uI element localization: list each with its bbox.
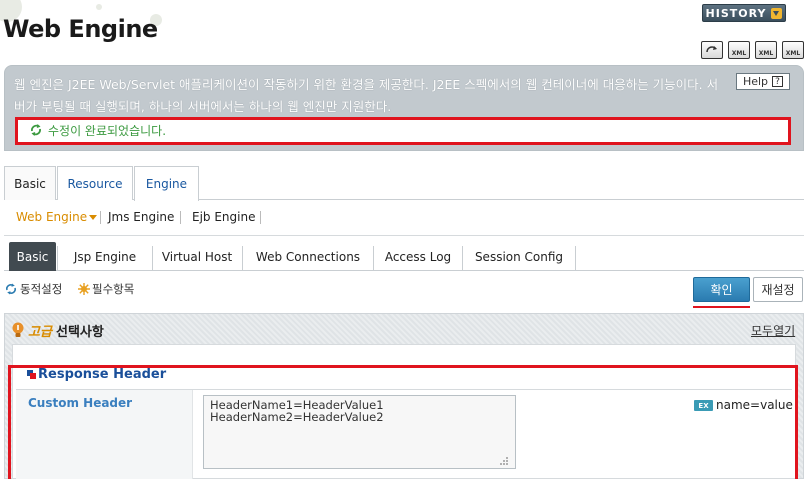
engine-tab-virtual-host[interactable]: Virtual Host xyxy=(153,242,241,271)
lightbulb-icon xyxy=(12,322,24,337)
subnav-separator xyxy=(260,211,261,224)
reset-button[interactable]: 재설정 xyxy=(753,277,803,302)
legend-required: 필수항목 xyxy=(92,282,135,296)
legend-dynamic: 동적설정 xyxy=(20,282,63,296)
refresh-arrow-icon xyxy=(706,46,717,53)
history-label: HISTORY xyxy=(705,6,767,20)
page-title: Web Engine xyxy=(3,15,158,43)
ok-highlight xyxy=(693,306,750,308)
subnav-jms-engine[interactable]: Jms Engine xyxy=(108,210,174,224)
subnav-separator xyxy=(180,211,181,224)
engine-tab-basic[interactable]: Basic xyxy=(9,242,56,271)
subnav-separator xyxy=(100,211,101,224)
decorative-dot xyxy=(96,4,102,10)
chevron-down-icon[interactable] xyxy=(89,215,97,220)
xml-import-icon[interactable]: XML xyxy=(782,41,804,59)
subnav-divider xyxy=(4,235,804,236)
chevron-down-icon xyxy=(771,7,783,19)
engine-tab-session-config[interactable]: Session Config xyxy=(463,242,575,271)
xml-export-icon[interactable]: XML xyxy=(755,41,777,59)
advanced-title-prefix: 고급 xyxy=(28,325,52,340)
expand-all-link[interactable]: 모두열기 xyxy=(751,322,795,339)
engine-tab-jsp-engine[interactable]: Jsp Engine xyxy=(58,242,152,271)
refresh-success-icon xyxy=(31,124,41,136)
xml-icon[interactable]: XML xyxy=(728,41,750,59)
refresh-icon[interactable] xyxy=(701,41,723,59)
status-message: 수정이 완료되었습니다. xyxy=(48,124,167,138)
tab-resource[interactable]: Resource xyxy=(57,166,133,200)
help-label: Help xyxy=(742,75,769,88)
response-header-highlight xyxy=(8,365,798,479)
dynamic-setting-icon xyxy=(6,283,16,295)
tab-engine[interactable]: Engine xyxy=(134,166,199,201)
subnav-web-engine[interactable]: Web Engine xyxy=(16,210,87,224)
help-button[interactable]: Help ? xyxy=(736,73,790,90)
required-icon xyxy=(78,283,90,295)
tab-separator xyxy=(575,246,576,270)
advanced-title: 선택사항 xyxy=(56,325,104,340)
history-button[interactable]: HISTORY xyxy=(702,4,786,22)
engine-tab-web-connections[interactable]: Web Connections xyxy=(243,242,373,271)
tab-basic[interactable]: Basic xyxy=(4,166,56,200)
ok-button[interactable]: 확인 xyxy=(693,277,750,302)
engine-tab-access-log[interactable]: Access Log xyxy=(374,242,462,271)
subnav-ejb-engine[interactable]: Ejb Engine xyxy=(192,210,255,224)
question-icon: ? xyxy=(772,76,784,87)
description-text: 웹 엔진은 J2EE Web/Servlet 애플리케이션이 작동하기 위한 환… xyxy=(14,77,719,114)
